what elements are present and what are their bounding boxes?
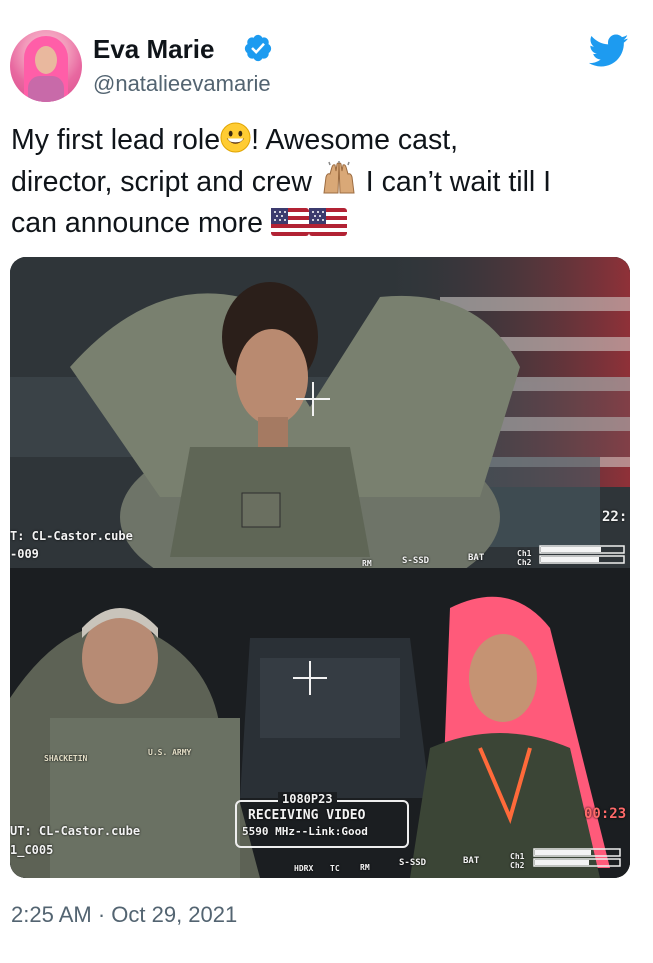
hud-patch-name: SHACKETIN <box>44 754 88 763</box>
hud-clip-bottom: 1_C005 <box>10 843 54 857</box>
tweet-line-1: My first lead role! Awesome cast, <box>11 122 459 156</box>
hud-ch2-bottom: Ch2 <box>510 861 525 870</box>
media-frame-bottom: 1080P23 RECEIVING VIDEO 5590 MHz--Link:G… <box>10 568 630 878</box>
hud-bat-bottom: BAT <box>463 856 480 866</box>
hud-source-bottom: UT: CL-Castor.cube <box>10 824 141 838</box>
hud-time-bottom: 00:23 <box>584 806 627 822</box>
hud-ssd-bottom: S-SSD <box>399 858 427 868</box>
tweet-text: My first lead role! Awesome cast, direct… <box>11 120 641 244</box>
hud-ch1-bottom: Ch1 <box>510 852 525 861</box>
hud-rm-top: RM <box>362 559 372 568</box>
hud-ch1-top: Ch1 <box>517 549 532 558</box>
hud-ssd-top: S-SSD <box>402 556 430 566</box>
profile-avatar[interactable] <box>10 30 82 102</box>
crosshair-bottom <box>293 661 327 695</box>
audio-meter-top <box>539 545 625 564</box>
hud-clip-top: -009 <box>10 547 39 561</box>
hud-rm-bottom: RM <box>360 863 370 872</box>
hud-patch-army: U.S. ARMY <box>148 748 192 757</box>
us-flag-emoji <box>308 208 347 236</box>
hud-ch2-top: Ch2 <box>517 558 532 567</box>
user-handle[interactable]: @natalieevamarie <box>93 70 271 98</box>
hud-bat-top: BAT <box>468 553 485 563</box>
hud-resolution: 1080P23 <box>278 792 337 806</box>
media-frame-top: T: CL-Castor.cube -009 22: RM S-SSD BAT … <box>10 257 630 568</box>
hud-source-top: T: CL-Castor.cube <box>10 529 133 543</box>
tweet-line-2: director, script and crew I can’t wait t… <box>11 161 641 203</box>
tweet-media[interactable]: T: CL-Castor.cube -009 22: RM S-SSD BAT … <box>10 257 630 878</box>
tweet-line-3: can announce more <box>11 203 641 244</box>
hud-tc-bottom: TC <box>330 864 340 873</box>
display-name[interactable]: Eva Marie <box>93 34 214 64</box>
hud-time-top: 22: <box>602 509 628 525</box>
grinning-face-emoji <box>220 122 251 153</box>
hud-hdrx-bottom: HDRX <box>294 864 314 873</box>
verified-badge-icon <box>244 34 272 62</box>
raising-hands-emoji <box>323 161 355 194</box>
us-flag-emoji <box>270 208 309 236</box>
audio-meter-bottom <box>533 848 621 867</box>
crosshair-top <box>296 382 330 416</box>
twitter-bird-icon[interactable] <box>589 34 629 68</box>
avatar-face <box>35 46 57 74</box>
hud-link-status: 5590 MHz--Link:Good <box>242 825 368 838</box>
tweet-timestamp[interactable]: 2:25 AM · Oct 29, 2021 <box>11 900 237 930</box>
hud-receiving-video: RECEIVING VIDEO <box>248 808 366 823</box>
avatar-outfit <box>28 76 64 102</box>
